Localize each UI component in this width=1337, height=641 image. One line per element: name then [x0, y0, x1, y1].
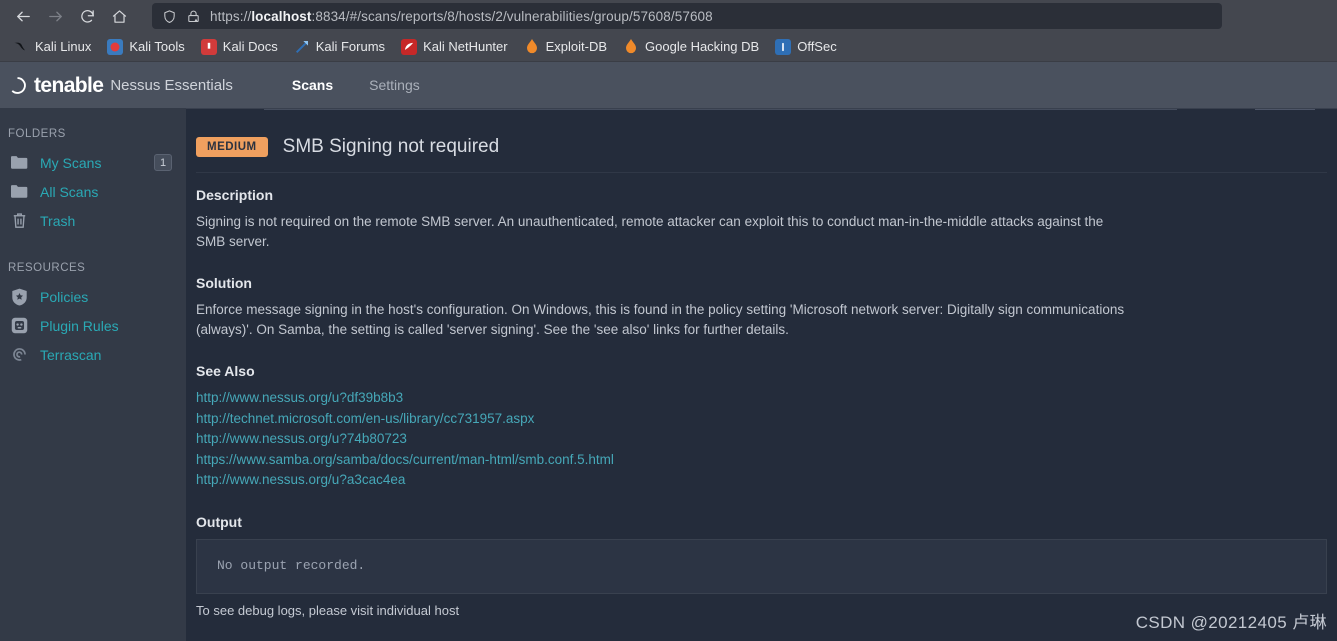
- see-also-link[interactable]: http://www.nessus.org/u?a3cac4ea: [196, 470, 1327, 491]
- offsec-icon: [775, 38, 792, 55]
- bookmark-label: Kali Linux: [35, 39, 92, 54]
- description-heading: Description: [196, 187, 274, 203]
- see-also-links: http://www.nessus.org/u?df39b8b3 http://…: [196, 388, 1327, 491]
- bookmark-exploit-db[interactable]: Exploit-DB: [517, 36, 614, 58]
- see-also-link[interactable]: http://technet.microsoft.com/en-us/libra…: [196, 409, 1327, 430]
- sidebar-item-label: Terrascan: [40, 346, 102, 363]
- forward-button[interactable]: [40, 2, 70, 30]
- kali-forums-icon: [294, 39, 310, 55]
- reload-button[interactable]: [72, 2, 102, 30]
- see-also-heading: See Also: [196, 363, 255, 379]
- main-nav-tabs: Scans Settings: [274, 62, 438, 108]
- sidebar-heading-resources: RESOURCES: [8, 262, 86, 274]
- tab-settings[interactable]: Settings: [351, 62, 438, 108]
- sidebar-item-label: Trash: [40, 212, 76, 229]
- bookmark-kali-tools[interactable]: Kali Tools: [100, 36, 191, 58]
- see-also-section: See Also http://www.nessus.org/u?df39b8b…: [196, 363, 1327, 491]
- back-arrow-icon: [16, 11, 30, 21]
- bookmark-kali-forums[interactable]: Kali Forums: [287, 36, 392, 58]
- sidebar: FOLDERS My Scans 1 All Scans Trash RESOU…: [0, 108, 186, 641]
- sidebar-item-all-scans[interactable]: All Scans: [0, 177, 186, 206]
- detail-content: Description Signing is not required on t…: [186, 173, 1337, 618]
- forward-arrow-icon: [48, 11, 62, 21]
- folder-icon: [10, 153, 29, 172]
- reload-icon: [80, 9, 94, 23]
- description-section: Description Signing is not required on t…: [196, 187, 1327, 252]
- watermark: CSDN @20212405 卢琳: [1135, 613, 1327, 632]
- sidebar-item-trash[interactable]: Trash: [0, 206, 186, 235]
- sidebar-item-label: Plugin Rules: [40, 317, 119, 334]
- severity-badge: MEDIUM: [196, 137, 268, 157]
- sidebar-item-policies[interactable]: Policies: [0, 282, 186, 311]
- sidebar-item-label: Policies: [40, 288, 89, 305]
- app-header: tenable Nessus Essentials Scans Settings: [0, 62, 1337, 108]
- bookmark-label: Kali Forums: [315, 39, 386, 54]
- see-also-link[interactable]: https://www.samba.org/samba/docs/current…: [196, 450, 1327, 471]
- kali-docs-icon: [200, 38, 217, 55]
- kali-dragon-icon: [13, 39, 29, 55]
- home-button[interactable]: [104, 2, 134, 30]
- vulnerability-detail-panel: MEDIUM SMB Signing not required Descript…: [186, 108, 1337, 641]
- solution-heading: Solution: [196, 275, 252, 291]
- tab-scans[interactable]: Scans: [274, 62, 351, 108]
- kali-tools-icon: [107, 38, 124, 55]
- sidebar-item-my-scans[interactable]: My Scans 1: [0, 148, 186, 177]
- bookmark-kali-docs[interactable]: Kali Docs: [194, 36, 285, 58]
- home-icon: [112, 9, 126, 23]
- folder-icon: [10, 182, 29, 201]
- shield-star-icon: [10, 287, 29, 306]
- output-code-block: No output recorded.: [196, 538, 1327, 594]
- kali-nethunter-icon: [401, 38, 418, 55]
- brand-name: tenable: [34, 73, 104, 97]
- solution-text: Enforce message signing in the host's co…: [196, 302, 1125, 337]
- sidebar-heading-folders: FOLDERS: [8, 128, 66, 140]
- plugin-icon: [10, 316, 29, 335]
- output-section: Output No output recorded. To see debug …: [196, 514, 1327, 618]
- back-button[interactable]: [8, 2, 38, 30]
- product-name: Nessus Essentials: [110, 76, 233, 94]
- google-hacking-db-icon: [623, 39, 639, 55]
- browser-toolbar: https://localhost:8834/#/scans/reports/8…: [0, 0, 1337, 32]
- sidebar-item-label: All Scans: [40, 183, 99, 200]
- tenable-logo[interactable]: tenable Nessus Essentials: [8, 75, 233, 96]
- page-title: SMB Signing not required: [282, 136, 500, 157]
- sidebar-item-terrascan[interactable]: Terrascan: [0, 340, 186, 369]
- app-body: FOLDERS My Scans 1 All Scans Trash RESOU…: [0, 108, 1337, 641]
- bookmark-kali-nethunter[interactable]: Kali NetHunter: [394, 36, 515, 58]
- clipped-toolbar-row: [186, 108, 1337, 120]
- swirl-icon: [10, 345, 29, 364]
- shield-icon: [162, 9, 177, 24]
- my-scans-count-badge: 1: [154, 154, 172, 171]
- bookmark-label: OffSec: [797, 39, 837, 54]
- bookmarks-bar: Kali Linux Kali Tools Kali Docs Kali For…: [0, 32, 1337, 62]
- vulnerability-title-row: MEDIUM SMB Signing not required: [186, 120, 1337, 158]
- bookmark-kali-linux[interactable]: Kali Linux: [6, 36, 98, 58]
- bookmark-label: Kali NetHunter: [423, 39, 508, 54]
- bookmark-label: Kali Docs: [222, 39, 278, 54]
- bookmark-label: Exploit-DB: [545, 39, 608, 54]
- bookmark-google-hacking-db[interactable]: Google Hacking DB: [616, 36, 766, 58]
- see-also-link[interactable]: http://www.nessus.org/u?74b80723: [196, 429, 1327, 450]
- lock-warning-icon[interactable]: [186, 9, 201, 24]
- output-heading: Output: [196, 513, 242, 530]
- exploit-db-icon: [524, 39, 540, 55]
- description-text: Signing is not required on the remote SM…: [196, 214, 1104, 249]
- bookmark-label: Google Hacking DB: [645, 39, 760, 54]
- address-bar[interactable]: https://localhost:8834/#/scans/reports/8…: [152, 3, 1222, 29]
- sidebar-item-label: My Scans: [40, 154, 102, 171]
- sidebar-item-plugin-rules[interactable]: Plugin Rules: [0, 311, 186, 340]
- nessus-app: tenable Nessus Essentials Scans Settings…: [0, 62, 1337, 641]
- tenable-mark-icon: [8, 76, 27, 95]
- see-also-link[interactable]: http://www.nessus.org/u?df39b8b3: [196, 388, 1327, 409]
- trash-icon: [10, 211, 29, 230]
- url-text: https://localhost:8834/#/scans/reports/8…: [210, 8, 713, 24]
- solution-section: Solution Enforce message signing in the …: [196, 275, 1327, 340]
- bookmark-offsec[interactable]: OffSec: [768, 36, 844, 58]
- bookmark-label: Kali Tools: [129, 39, 185, 54]
